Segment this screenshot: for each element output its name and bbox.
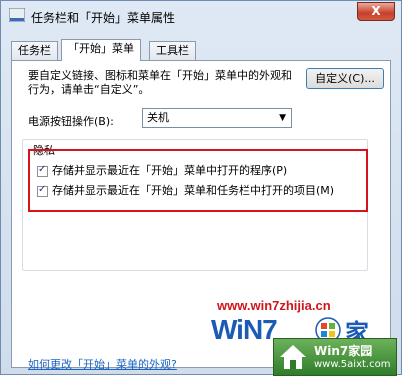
win7-logo-text: WiN7 <box>211 314 278 345</box>
title-bar: 任务栏和「开始」菜单属性 X <box>1 1 401 31</box>
tab-toolbars[interactable]: 工具栏 <box>149 41 196 60</box>
tab-taskbar[interactable]: 任务栏 <box>11 41 58 60</box>
highlight-box <box>28 149 368 212</box>
customize-description: 要自定义链接、图标和菜单在「开始」菜单中的外观和行为，请单击“自定义”。 <box>28 69 292 96</box>
taskbar-icon <box>9 8 25 22</box>
power-button-value: 关机 <box>147 111 169 124</box>
house-icon <box>280 345 306 369</box>
watermark-url: www.win7zhijia.cn <box>217 298 331 313</box>
tab-start-menu[interactable]: 「开始」菜单 <box>61 39 141 61</box>
customize-button[interactable]: 自定义(C)... <box>306 68 384 89</box>
badge-url: www.5aixt.com <box>314 359 391 370</box>
site-badge: Win7家园 www.5aixt.com <box>273 338 397 376</box>
properties-window: 任务栏和「开始」菜单属性 X 任务栏 「开始」菜单 工具栏 要自定义链接、图标和… <box>0 0 402 376</box>
power-button-select[interactable]: 关机 ▼ <box>142 108 292 128</box>
tab-strip: 任务栏 「开始」菜单 工具栏 <box>11 39 391 61</box>
start-menu-help-link[interactable]: 如何更改「开始」菜单的外观? <box>28 356 177 372</box>
chevron-down-icon: ▼ <box>279 113 286 123</box>
power-button-label: 电源按钮操作(B): <box>28 115 114 128</box>
close-button[interactable]: X <box>357 2 395 21</box>
window-title: 任务栏和「开始」菜单属性 <box>31 11 176 25</box>
badge-name: Win7家园 <box>314 344 373 358</box>
